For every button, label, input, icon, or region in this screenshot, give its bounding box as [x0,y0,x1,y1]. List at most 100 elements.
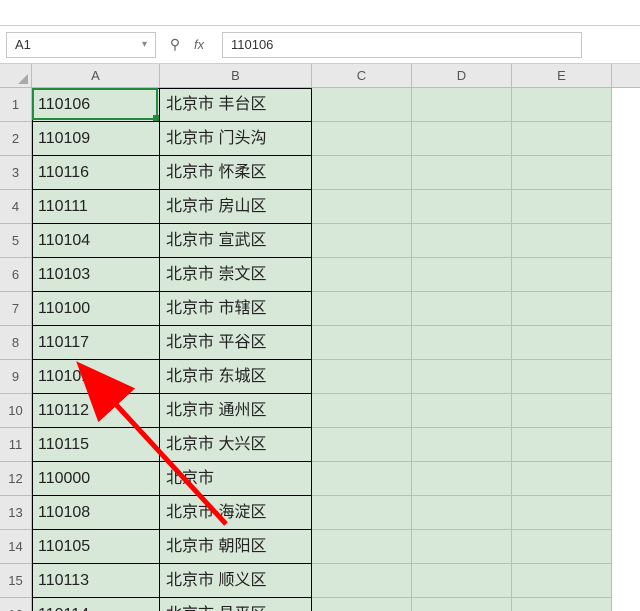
cell[interactable]: 110117 [32,326,160,360]
cell[interactable]: 北京市 房山区 [160,190,312,224]
cell[interactable]: 110112 [32,394,160,428]
cell[interactable] [512,360,612,394]
cell[interactable] [312,326,412,360]
cell[interactable] [412,428,512,462]
cell[interactable] [412,462,512,496]
cell[interactable]: 北京市 [160,462,312,496]
cell[interactable] [312,564,412,598]
cell[interactable] [312,598,412,611]
cell[interactable]: 北京市 昌平区 [160,598,312,611]
cell[interactable]: 北京市 海淀区 [160,496,312,530]
cell[interactable] [412,564,512,598]
cell[interactable] [312,224,412,258]
cell[interactable]: 110105 [32,530,160,564]
cell[interactable]: 110106 [32,88,160,122]
cell[interactable] [312,428,412,462]
cell[interactable] [412,190,512,224]
column-header-A[interactable]: A [32,64,160,87]
cell[interactable]: 北京市 崇文区 [160,258,312,292]
cell[interactable] [512,292,612,326]
cell[interactable]: 北京市 市辖区 [160,292,312,326]
cell[interactable] [412,530,512,564]
cell[interactable] [312,88,412,122]
row-header[interactable]: 5 [0,224,31,258]
spreadsheet[interactable]: ABCDE 12345678910111213141516 110106北京市 … [0,64,640,611]
cell[interactable]: 北京市 门头沟 [160,122,312,156]
row-header[interactable]: 1 [0,88,31,122]
row-header[interactable]: 10 [0,394,31,428]
row-header[interactable]: 6 [0,258,31,292]
cell[interactable] [312,292,412,326]
cell[interactable]: 北京市 宣武区 [160,224,312,258]
row-header[interactable]: 11 [0,428,31,462]
formula-input[interactable]: 110106 [222,32,582,58]
cell[interactable] [312,258,412,292]
row-header[interactable]: 15 [0,564,31,598]
cell[interactable] [412,156,512,190]
cell[interactable] [412,394,512,428]
cell[interactable] [512,258,612,292]
cell[interactable]: 北京市 大兴区 [160,428,312,462]
cell[interactable]: 110103 [32,258,160,292]
cell[interactable]: 北京市 怀柔区 [160,156,312,190]
row-header[interactable]: 16 [0,598,31,611]
cell[interactable]: 110114 [32,598,160,611]
cell[interactable] [512,326,612,360]
cell[interactable] [312,122,412,156]
cell[interactable]: 110113 [32,564,160,598]
cell[interactable] [512,496,612,530]
cell[interactable]: 110115 [32,428,160,462]
cell[interactable] [512,156,612,190]
cell[interactable] [312,394,412,428]
row-header[interactable]: 8 [0,326,31,360]
fx-label[interactable]: fx [194,37,212,52]
column-header-C[interactable]: C [312,64,412,87]
name-box[interactable]: A1 ▾ [6,32,156,58]
cell[interactable]: 110104 [32,224,160,258]
cell[interactable] [512,122,612,156]
cell[interactable] [512,462,612,496]
cell[interactable]: 北京市 朝阳区 [160,530,312,564]
cell[interactable] [512,88,612,122]
grid[interactable]: 110106北京市 丰台区110109北京市 门头沟110116北京市 怀柔区1… [32,88,640,611]
ribbon-item[interactable] [10,6,13,20]
cell[interactable]: 110108 [32,496,160,530]
column-header-B[interactable]: B [160,64,312,87]
column-header-E[interactable]: E [512,64,612,87]
cell[interactable]: 北京市 顺义区 [160,564,312,598]
cell[interactable] [412,598,512,611]
cell[interactable] [512,564,612,598]
row-header[interactable]: 13 [0,496,31,530]
cell[interactable] [512,394,612,428]
cell[interactable]: 北京市 平谷区 [160,326,312,360]
row-header[interactable]: 9 [0,360,31,394]
row-header[interactable]: 7 [0,292,31,326]
cell[interactable]: 110101 [32,360,160,394]
cell[interactable]: 北京市 丰台区 [160,88,312,122]
magnify-icon[interactable]: ⚲ [166,36,184,53]
row-header[interactable]: 2 [0,122,31,156]
cell[interactable] [412,122,512,156]
cell[interactable] [312,156,412,190]
cell[interactable] [412,88,512,122]
row-header[interactable]: 12 [0,462,31,496]
cell[interactable] [312,496,412,530]
cell[interactable]: 110109 [32,122,160,156]
cell[interactable] [512,190,612,224]
cell[interactable] [512,224,612,258]
column-header-D[interactable]: D [412,64,512,87]
cell[interactable]: 北京市 东城区 [160,360,312,394]
cell[interactable] [512,428,612,462]
cell[interactable]: 北京市 通州区 [160,394,312,428]
cell[interactable] [312,462,412,496]
cell[interactable] [512,530,612,564]
select-all-corner[interactable] [0,64,32,88]
cell[interactable] [412,224,512,258]
cell[interactable]: 110116 [32,156,160,190]
cell[interactable] [512,598,612,611]
cell[interactable] [412,292,512,326]
cell[interactable] [412,360,512,394]
cell[interactable] [412,496,512,530]
cell[interactable] [412,326,512,360]
cell[interactable] [312,360,412,394]
